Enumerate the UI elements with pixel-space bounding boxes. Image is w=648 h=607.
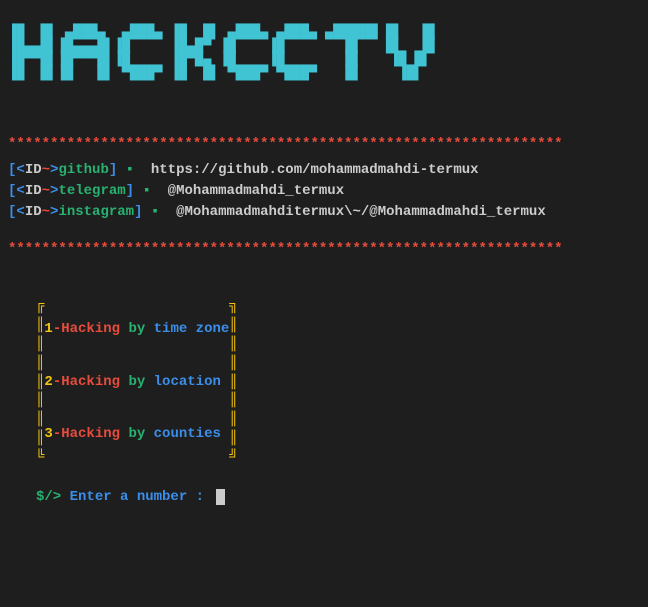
info-instagram: [<ID~>instagram] ▪ @Mohammadmahditermux\… (8, 202, 640, 223)
ascii-banner: ▐█ █▌ ▄███▄ ▄███▄ ▐█ █▌ ▄███▄ ▄███▄ ▄███… (8, 8, 640, 98)
info-github: [<ID~>github] ▪ https://github.com/moham… (8, 160, 640, 181)
github-link: https://github.com/mohammadmahdi-termux (151, 162, 479, 178)
menu-item-1[interactable]: 1-Hacking by time zone (44, 312, 229, 347)
prompt-symbol: $/> (36, 489, 61, 505)
separator-bottom: ****************************************… (8, 241, 640, 257)
cursor-icon (216, 489, 225, 505)
separator-top: ****************************************… (8, 136, 640, 152)
menu-item-2[interactable]: 2-Hacking by location (44, 365, 229, 400)
info-block: [<ID~>github] ▪ https://github.com/moham… (8, 160, 640, 223)
menu-item-3[interactable]: 3-Hacking by counties (44, 417, 229, 452)
menu-border-right: ╗ ║ ║ ║ ║ ║ ║ ║ ╝ (229, 297, 237, 467)
prompt-text: Enter a number : (61, 489, 212, 505)
menu-box: ╔ ║ ║ ║ ║ ║ ║ ║ ╚ 1-Hacking by time zone… (36, 297, 640, 467)
menu-border-left: ╔ ║ ║ ║ ║ ║ ║ ║ ╚ (36, 297, 44, 467)
info-telegram: [<ID~>telegram] ▪ @Mohammadmahdi_termux (8, 181, 640, 202)
telegram-link: @Mohammadmahdi_termux (168, 183, 344, 199)
prompt[interactable]: $/> Enter a number : (36, 489, 640, 505)
instagram-link: @Mohammadmahditermux\~/@Mohammadmahdi_te… (176, 204, 546, 220)
